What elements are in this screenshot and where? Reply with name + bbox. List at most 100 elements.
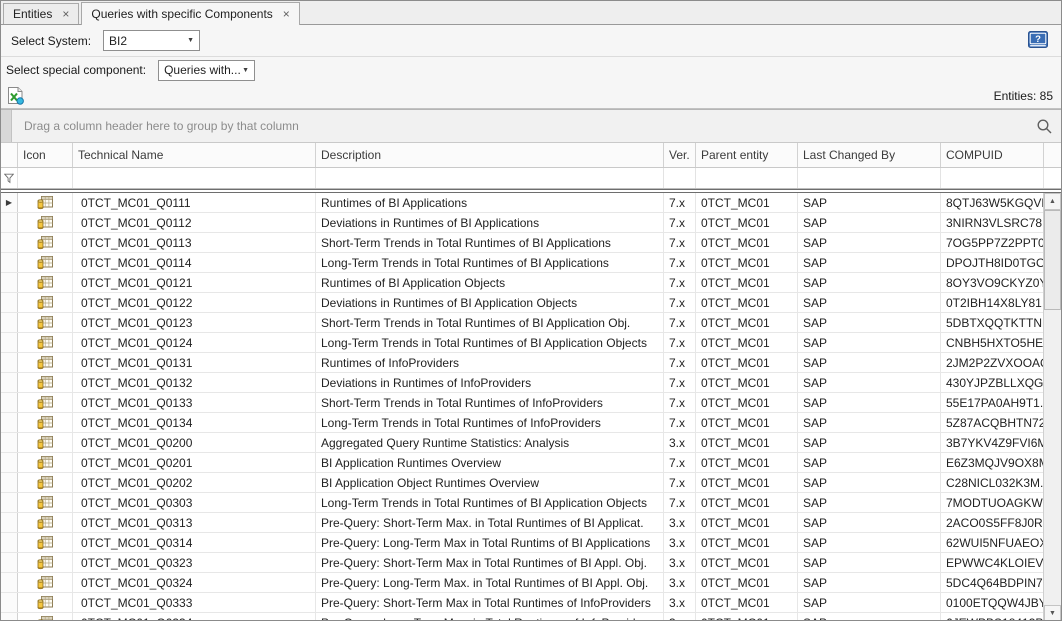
- filter-cell-parent-entity[interactable]: [696, 168, 798, 188]
- column-header-technical-name[interactable]: Technical Name: [73, 143, 316, 167]
- version-cell: 7.x: [664, 313, 696, 332]
- table-row[interactable]: 0TCT_MC01_Q0112 Deviations in Runtimes o…: [1, 213, 1061, 233]
- row-indicator-cell: ▶: [1, 193, 18, 212]
- technical-name-cell: 0TCT_MC01_Q0303: [73, 493, 316, 512]
- scrollbar-thumb[interactable]: [1044, 210, 1061, 310]
- select-component-label: Select special component:: [6, 63, 146, 77]
- close-icon[interactable]: ×: [283, 9, 290, 19]
- query-icon: [37, 276, 53, 290]
- compuid-cell: 55E17PA0AH9T1...: [941, 393, 1044, 412]
- export-to-excel-button[interactable]: [7, 86, 29, 106]
- compuid-cell: 3NIRN3VLSRC78...: [941, 213, 1044, 232]
- parent-entity-cell: 0TCT_MC01: [696, 313, 798, 332]
- version-cell: 7.x: [664, 293, 696, 312]
- tab-entities[interactable]: Entities ×: [3, 3, 79, 24]
- group-by-panel[interactable]: Drag a column header here to group by th…: [1, 109, 1061, 143]
- table-row[interactable]: 0TCT_MC01_Q0334 Pre-Query: Long-Term Max…: [1, 613, 1061, 621]
- row-indicator-cell: [1, 393, 18, 412]
- scroll-down-button[interactable]: ▼: [1044, 605, 1061, 621]
- table-row[interactable]: 0TCT_MC01_Q0323 Pre-Query: Short-Term Ma…: [1, 553, 1061, 573]
- column-header-description[interactable]: Description: [316, 143, 664, 167]
- row-indicator-cell: [1, 573, 18, 592]
- query-icon: [37, 216, 53, 230]
- column-header-last-changed-by[interactable]: Last Changed By: [798, 143, 941, 167]
- table-row[interactable]: ▶ 0TCT_MC01_Q0111 Runtimes of BI Applica…: [1, 193, 1061, 213]
- table-row[interactable]: 0TCT_MC01_Q0132 Deviations in Runtimes o…: [1, 373, 1061, 393]
- table-row[interactable]: 0TCT_MC01_Q0113 Short-Term Trends in Tot…: [1, 233, 1061, 253]
- table-row[interactable]: 0TCT_MC01_Q0324 Pre-Query: Long-Term Max…: [1, 573, 1061, 593]
- last-changed-by-cell: SAP: [798, 353, 941, 372]
- description-cell: Pre-Query: Short-Term Max. in Total Runt…: [316, 513, 664, 532]
- entities-count: Entities: 85: [994, 89, 1061, 103]
- row-indicator-cell: [1, 413, 18, 432]
- close-icon[interactable]: ×: [62, 9, 69, 19]
- tab-queries-with-specific-components[interactable]: Queries with specific Components ×: [81, 2, 299, 25]
- focused-row-arrow-icon: ▶: [6, 198, 12, 207]
- search-button[interactable]: [1036, 118, 1053, 138]
- table-row[interactable]: 0TCT_MC01_Q0133 Short-Term Trends in Tot…: [1, 393, 1061, 413]
- auto-filter-row: [1, 168, 1061, 189]
- vertical-scrollbar[interactable]: ▲ ▼: [1043, 193, 1061, 621]
- icon-cell: [18, 593, 73, 612]
- table-row[interactable]: 0TCT_MC01_Q0114 Long-Term Trends in Tota…: [1, 253, 1061, 273]
- version-cell: 3.x: [664, 613, 696, 621]
- component-select-value: Queries with...: [164, 63, 241, 77]
- version-cell: 7.x: [664, 353, 696, 372]
- row-indicator-cell: [1, 313, 18, 332]
- version-cell: 7.x: [664, 373, 696, 392]
- scroll-up-button[interactable]: ▲: [1044, 193, 1061, 210]
- table-row[interactable]: 0TCT_MC01_Q0131 Runtimes of InfoProvider…: [1, 353, 1061, 373]
- compuid-cell: 5Z87ACQBHTN72...: [941, 413, 1044, 432]
- filter-cell-compuid[interactable]: [941, 168, 1044, 188]
- query-icon: [37, 376, 53, 390]
- column-header-compuid[interactable]: COMPUID: [941, 143, 1044, 167]
- component-select[interactable]: Queries with... ▼: [158, 60, 255, 81]
- table-row[interactable]: 0TCT_MC01_Q0303 Long-Term Trends in Tota…: [1, 493, 1061, 513]
- parent-entity-cell: 0TCT_MC01: [696, 533, 798, 552]
- parent-entity-cell: 0TCT_MC01: [696, 413, 798, 432]
- parent-entity-cell: 0TCT_MC01: [696, 373, 798, 392]
- row-indicator-cell: [1, 473, 18, 492]
- column-header-parent-entity[interactable]: Parent entity: [696, 143, 798, 167]
- query-icon: [37, 316, 53, 330]
- table-row[interactable]: 0TCT_MC01_Q0134 Long-Term Trends in Tota…: [1, 413, 1061, 433]
- description-cell: Long-Term Trends in Total Runtimes of In…: [316, 413, 664, 432]
- table-row[interactable]: 0TCT_MC01_Q0123 Short-Term Trends in Tot…: [1, 313, 1061, 333]
- filter-cell-description[interactable]: [316, 168, 664, 188]
- table-row[interactable]: 0TCT_MC01_Q0202 BI Application Object Ru…: [1, 473, 1061, 493]
- compuid-cell: 2ACO0S5FF8J0R...: [941, 513, 1044, 532]
- filter-cell-version[interactable]: [664, 168, 696, 188]
- technical-name-cell: 0TCT_MC01_Q0111: [73, 193, 316, 212]
- parent-entity-cell: 0TCT_MC01: [696, 433, 798, 452]
- tab-queries-label: Queries with specific Components: [91, 7, 272, 21]
- row-indicator-cell: [1, 593, 18, 612]
- compuid-cell: EPWWC4KLOIEV4...: [941, 553, 1044, 572]
- excel-export-icon: [7, 86, 25, 105]
- filter-cell-icon[interactable]: [18, 168, 73, 188]
- component-selector-bar: Select special component: Queries with..…: [1, 57, 1061, 83]
- table-row[interactable]: 0TCT_MC01_Q0333 Pre-Query: Short-Term Ma…: [1, 593, 1061, 613]
- column-header-version[interactable]: Ver.: [664, 143, 696, 167]
- scroll-down-icon: ▼: [1049, 610, 1056, 617]
- help-button[interactable]: ?: [1027, 30, 1049, 49]
- parent-entity-cell: 0TCT_MC01: [696, 573, 798, 592]
- version-cell: 7.x: [664, 493, 696, 512]
- last-changed-by-cell: SAP: [798, 473, 941, 492]
- table-row[interactable]: 0TCT_MC01_Q0313 Pre-Query: Short-Term Ma…: [1, 513, 1061, 533]
- technical-name-cell: 0TCT_MC01_Q0314: [73, 533, 316, 552]
- parent-entity-cell: 0TCT_MC01: [696, 253, 798, 272]
- table-row[interactable]: 0TCT_MC01_Q0200 Aggregated Query Runtime…: [1, 433, 1061, 453]
- row-indicator-cell: [1, 513, 18, 532]
- table-row[interactable]: 0TCT_MC01_Q0201 BI Application Runtimes …: [1, 453, 1061, 473]
- filter-cell-last-changed-by[interactable]: [798, 168, 941, 188]
- table-row[interactable]: 0TCT_MC01_Q0314 Pre-Query: Long-Term Max…: [1, 533, 1061, 553]
- table-row[interactable]: 0TCT_MC01_Q0122 Deviations in Runtimes o…: [1, 293, 1061, 313]
- filter-cell-technical-name[interactable]: [73, 168, 316, 188]
- grid-body: ▶ 0TCT_MC01_Q0111 Runtimes of BI Applica…: [1, 193, 1061, 621]
- export-bar: Entities: 85: [1, 83, 1061, 109]
- icon-cell: [18, 473, 73, 492]
- column-header-icon[interactable]: Icon: [18, 143, 73, 167]
- system-select[interactable]: BI2 ▼: [103, 30, 200, 51]
- table-row[interactable]: 0TCT_MC01_Q0121 Runtimes of BI Applicati…: [1, 273, 1061, 293]
- table-row[interactable]: 0TCT_MC01_Q0124 Long-Term Trends in Tota…: [1, 333, 1061, 353]
